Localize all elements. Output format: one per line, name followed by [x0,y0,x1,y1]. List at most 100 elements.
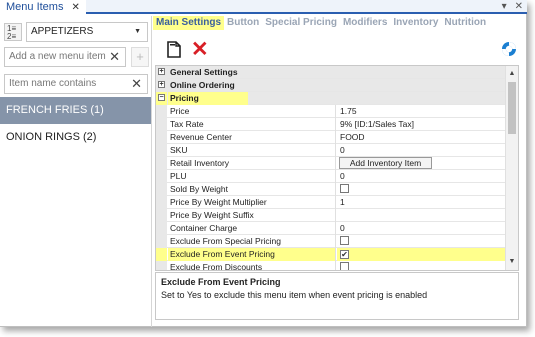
tab-button[interactable]: Button [224,16,262,30]
plu-value[interactable]: 0 [337,170,505,183]
tab-modifiers[interactable]: Modifiers [340,16,390,30]
settings-tabs: Main Settings Button Special Pricing Modifi… [153,16,489,32]
dropdown-icon[interactable]: ▾ [502,1,507,12]
property-label: Exclude From Special Pricing [168,235,336,248]
close-window-icon[interactable]: ✕ [515,1,523,12]
property-label: Container Charge [168,222,336,235]
property-label: Tax Rate [168,118,336,131]
property-label: PLU [168,170,336,183]
property-label: Exclude From Event Pricing [168,248,336,261]
row-gutter [156,170,167,183]
category-row: 1≡ 2≡ APPETIZERS ▼ [2,22,150,42]
price-value[interactable]: 1.75 [337,105,505,118]
item-detail-panel: Main Settings Button Special Pricing Modifi… [153,16,527,327]
property-description-pane: Exclude From Event Pricing Set to Yes to… [155,272,519,320]
list-item[interactable]: ONION RINGS (2) [0,124,151,151]
property-row-container-charge: Container Charge 0 [156,222,505,235]
property-row-exclude-discounts: Exclude From Discounts [156,261,505,270]
sort-list-icon[interactable]: 1≡ 2≡ [4,23,22,41]
clear-filter-icon[interactable]: ✕ [131,75,142,93]
row-gutter [156,118,167,131]
retail-inventory-value: Add Inventory Item [337,157,505,170]
property-row-sku: SKU 0 [156,144,505,157]
property-row-price: Price 1.75 [156,105,505,118]
property-row-tax-rate: Tax Rate 9% [ID:1/Sales Tax] [156,118,505,131]
scrollbar-thumb[interactable] [508,82,516,134]
sold-by-weight-checkbox[interactable] [340,184,349,193]
detail-toolbar: ✕ [161,39,521,61]
property-row-pbw-multiplier: Price By Weight Multiplier 1 [156,196,505,209]
exclude-discounts-value [337,261,505,270]
property-row-exclude-event: Exclude From Event Pricing ✔ [156,248,505,261]
new-document-icon[interactable] [167,41,181,58]
category-select-value: APPETIZERS [31,26,94,37]
row-gutter [156,196,167,209]
delete-icon[interactable]: ✕ [191,39,209,60]
category-label: Pricing [168,92,248,105]
category-general-settings[interactable]: + General Settings [156,66,505,79]
chevron-down-icon: ▼ [134,28,141,35]
menu-item-list: FRENCH FRIES (1) ONION RINGS (2) [0,97,151,151]
row-gutter [156,131,167,144]
property-grid-scrollbar[interactable]: ▲ ▼ [505,66,518,270]
property-label: Revenue Center [168,131,336,144]
menu-items-window: Menu Items ✕ ▾ ✕ 1≡ 2≡ APPETIZERS ▼ Add a n… [0,0,527,327]
row-gutter [156,222,167,235]
row-gutter [156,144,167,157]
exclude-event-checkbox[interactable]: ✔ [340,250,349,259]
help-lifebuoy-icon[interactable] [501,41,517,57]
scroll-up-icon[interactable]: ▲ [506,68,518,80]
close-tab-icon[interactable]: ✕ [71,2,79,13]
description-title: Exclude From Event Pricing [161,277,281,287]
pbw-multiplier-value[interactable]: 1 [337,196,505,209]
revenue-center-value[interactable]: FOOD [337,131,505,144]
add-inventory-item-button[interactable]: Add Inventory Item [339,157,432,169]
property-label: Price By Weight Suffix [168,209,336,222]
pbw-suffix-value[interactable] [337,209,505,222]
property-row-pbw-suffix: Price By Weight Suffix [156,209,505,222]
item-filter-placeholder: Item name contains [9,78,97,89]
row-gutter [156,183,167,196]
property-label: SKU [168,144,336,157]
row-gutter: − [156,92,167,105]
add-menu-item-placeholder: Add a new menu item [9,51,106,62]
container-charge-value[interactable]: 0 [337,222,505,235]
exclude-special-value [337,235,505,248]
row-gutter [156,157,167,170]
property-row-plu: PLU 0 [156,170,505,183]
menu-items-tab[interactable]: Menu Items ✕ [0,0,86,14]
sku-value[interactable]: 0 [337,144,505,157]
tab-special-pricing[interactable]: Special Pricing [262,16,340,30]
scroll-down-icon[interactable]: ▼ [506,256,518,268]
property-row-exclude-special: Exclude From Special Pricing [156,235,505,248]
tab-inventory[interactable]: Inventory [390,16,441,30]
sold-by-weight-value [337,183,505,196]
list-item[interactable]: FRENCH FRIES (1) [0,97,151,124]
add-menu-item-input[interactable]: Add a new menu item ✕ [4,47,126,67]
property-label: Price [168,105,336,118]
item-filter-input[interactable]: Item name contains ✕ [4,74,148,94]
property-row-retail-inventory: Retail Inventory Add Inventory Item [156,157,505,170]
exclude-discounts-checkbox[interactable] [340,262,349,270]
tab-main-settings[interactable]: Main Settings [153,16,225,30]
category-label: Online Ordering [170,80,235,90]
collapse-icon[interactable]: − [158,94,165,101]
description-text: Set to Yes to exclude this menu item whe… [161,290,428,300]
clear-icon[interactable]: ✕ [109,48,120,66]
category-pricing[interactable]: − Pricing [156,92,505,105]
add-item-button[interactable]: + [131,47,149,67]
expand-icon[interactable]: + [158,68,165,75]
expand-icon[interactable]: + [158,81,165,88]
category-online-ordering[interactable]: + Online Ordering [156,79,505,92]
category-label: General Settings [170,67,238,77]
menu-item-list-panel: 1≡ 2≡ APPETIZERS ▼ Add a new menu item ✕ … [0,16,152,327]
tax-rate-value[interactable]: 9% [ID:1/Sales Tax] [337,118,505,131]
property-row-sold-by-weight: Sold By Weight [156,183,505,196]
tab-nutrition[interactable]: Nutrition [441,16,489,30]
row-gutter [156,209,167,222]
exclude-special-checkbox[interactable] [340,236,349,245]
menu-items-tab-label: Menu Items [6,1,64,13]
row-gutter [156,105,167,118]
row-gutter [156,248,167,261]
category-select[interactable]: APPETIZERS ▼ [26,22,148,42]
